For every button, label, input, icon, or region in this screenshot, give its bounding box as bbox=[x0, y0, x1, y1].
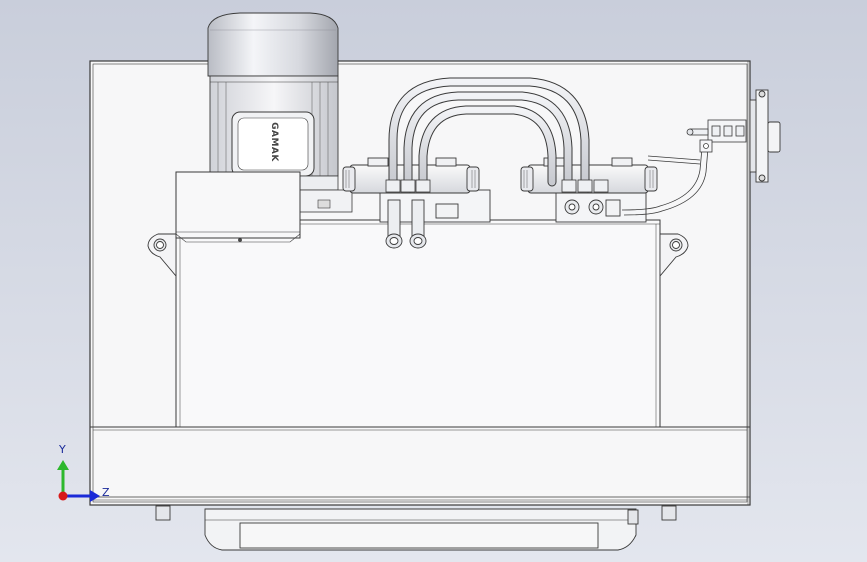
base-skid bbox=[155, 505, 677, 551]
motor-nameplate-text: GAMAK bbox=[269, 122, 279, 162]
y-axis-arrowhead bbox=[57, 460, 69, 470]
oil-tank bbox=[175, 219, 661, 428]
z-axis-label: Z bbox=[102, 486, 110, 499]
motor-bracket bbox=[175, 171, 301, 243]
side-flange bbox=[749, 89, 781, 183]
cad-viewport[interactable]: GAMAK Y Z bbox=[0, 0, 867, 562]
y-axis-label: Y bbox=[58, 443, 66, 456]
triad-origin bbox=[58, 491, 68, 501]
